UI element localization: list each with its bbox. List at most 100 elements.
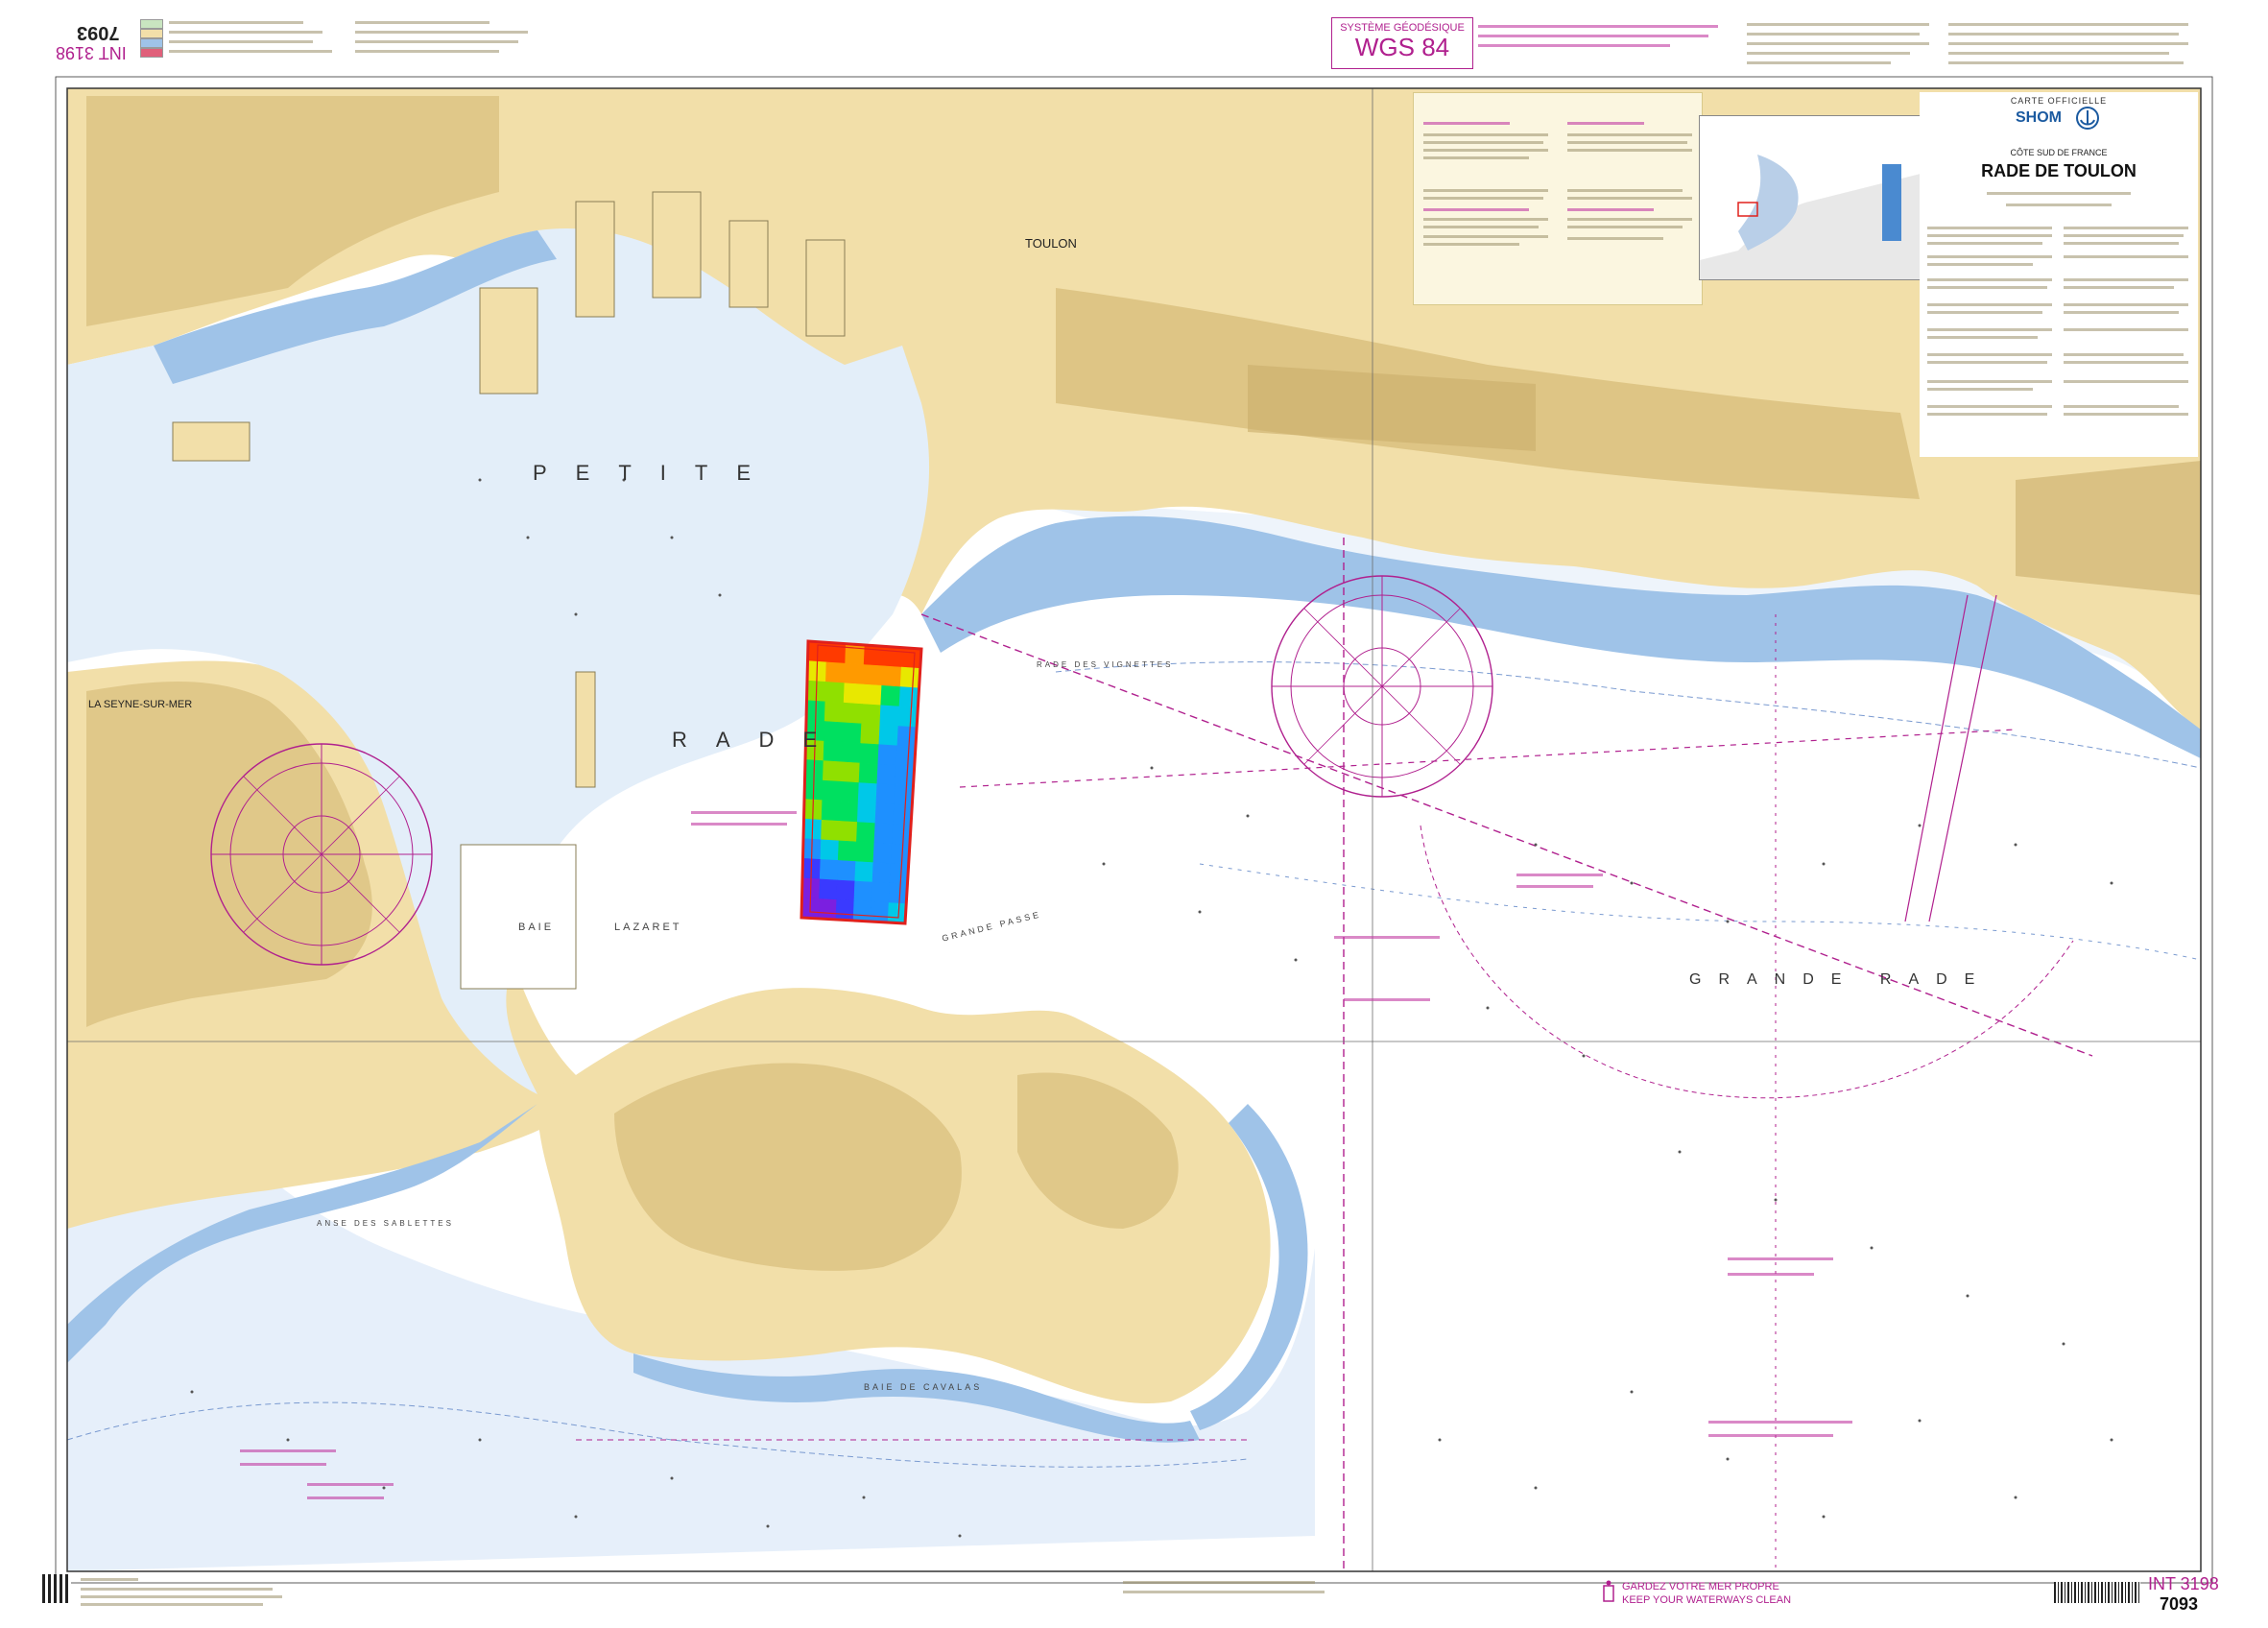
dock-5: [805, 239, 846, 337]
note-line: [1423, 218, 1548, 221]
note-line: [1567, 197, 1692, 200]
title-line: [2064, 413, 2188, 416]
title-line: [1927, 336, 2038, 339]
heatmap-cell: [874, 802, 895, 826]
sea-note: [1334, 936, 1440, 939]
title-line: [2064, 311, 2179, 314]
agency-line: CARTE OFFICIELLE: [2010, 96, 2108, 106]
heatmap-cell: [876, 763, 897, 786]
heatmap-cell: [844, 662, 865, 685]
water-label-grande-rade: GRANDE RADE: [1689, 971, 1993, 988]
title-line: [2064, 242, 2179, 245]
heatmap-cell: [854, 861, 874, 883]
heatmap-cell: [856, 802, 877, 824]
heatmap-cell: [881, 665, 902, 687]
notes-panel-left: [1413, 92, 1703, 305]
footer-note-line: [1123, 1581, 1315, 1584]
region-text: CÔTE SUD DE FRANCE: [2010, 148, 2108, 157]
note-line: [1567, 133, 1692, 136]
water-label-petite: PETITE: [533, 461, 780, 485]
title-line: [1927, 263, 2033, 266]
heatmap-cell: [877, 744, 898, 766]
qr-code: [42, 1574, 71, 1603]
water-label-lazaret: LAZARET: [614, 922, 682, 933]
title-line: [1927, 413, 2047, 416]
heatmap-cell: [872, 842, 893, 864]
footer-note-line: [81, 1595, 282, 1598]
title-line: [1927, 278, 2052, 281]
warning-note-line: [1747, 42, 1929, 45]
heatmap-cell: [882, 645, 903, 668]
heatmap-cell: [898, 686, 919, 708]
note-line: [1567, 141, 1687, 144]
heatmap-cell: [899, 666, 921, 689]
note-line: [1423, 197, 1543, 200]
sea-note: [307, 1483, 394, 1486]
heatmap-cell: [822, 760, 843, 782]
legend-text: [169, 50, 332, 53]
sea-note: [1516, 885, 1593, 888]
warning-note-line: [1948, 33, 2179, 36]
heatmap-cell: [900, 647, 922, 669]
note-line: [1423, 141, 1543, 144]
water-label-cavalas: BAIE DE CAVALAS: [864, 1382, 983, 1392]
heatmap-cell: [843, 682, 864, 705]
heatmap-cell: [896, 726, 918, 748]
geodetic-note-line: [1478, 25, 1718, 28]
heatmap-cell: [822, 779, 842, 802]
water-label-baie: BAIE: [518, 922, 555, 933]
note-line: [1423, 149, 1548, 152]
title-line: [1927, 255, 2052, 258]
heatmap-cell: [878, 724, 899, 747]
sea-note: [240, 1449, 336, 1452]
heatmap-cell: [855, 841, 875, 863]
shom-logo: SHOM: [2016, 109, 2062, 126]
dock-4: [728, 220, 769, 308]
heatmap-cell: [852, 900, 872, 922]
compass-rose-east: [1271, 575, 1493, 798]
title-line: [2064, 255, 2188, 258]
legend-swatch-4: [140, 48, 163, 58]
sea-note: [307, 1496, 384, 1499]
chart-title: RADE DE TOULON: [1981, 161, 2137, 180]
heatmap-cell: [889, 863, 909, 885]
heatmap-cell: [837, 860, 856, 882]
heatmap-cell: [821, 819, 841, 842]
footer-note-line: [81, 1588, 273, 1591]
heatmap-cell: [875, 783, 896, 805]
dock-8: [575, 671, 596, 788]
heatmap-cell: [824, 701, 845, 724]
note-line: [1567, 149, 1692, 152]
legend-text: [169, 21, 303, 24]
note-line: [1567, 189, 1683, 192]
clean-line-1: GARDEZ VOTRE MER PROPRE: [1622, 1581, 1779, 1592]
sea-note: [691, 823, 787, 826]
dock-7: [460, 844, 577, 990]
heatmap-cell: [879, 705, 900, 727]
heatmap-cell: [858, 762, 879, 785]
footer-note-line: [81, 1603, 263, 1606]
geodetic-box: SYSTÈME GÉODÉSIQUE WGS 84: [1331, 17, 1473, 69]
water-label-vignettes: RADE DES VIGNETTES: [1037, 660, 1174, 669]
note-line: [1423, 243, 1519, 246]
note-line: [1567, 218, 1692, 221]
legend-note-line: [355, 40, 518, 43]
heatmap-cell: [873, 823, 894, 845]
geodetic-note-line: [1478, 35, 1708, 37]
sea-note: [1516, 874, 1603, 876]
title-line: [1927, 311, 2042, 314]
heatmap-cell: [870, 901, 890, 923]
legend-text: [169, 31, 322, 34]
legend-swatch-1: [140, 19, 163, 29]
heatmap-cell: [821, 800, 841, 822]
title-line: [2064, 234, 2184, 237]
warning-notes-2: [1948, 21, 2198, 69]
warning-note-line: [1747, 52, 1910, 55]
warning-note-line: [1747, 61, 1891, 64]
title-line: [2064, 328, 2188, 331]
note-heading: [1567, 208, 1654, 211]
heatmap-cell: [895, 765, 916, 787]
compass-rose-west: [210, 743, 433, 966]
int-number-rotated: INT 3198: [56, 43, 127, 62]
note-heading: [1423, 122, 1510, 125]
